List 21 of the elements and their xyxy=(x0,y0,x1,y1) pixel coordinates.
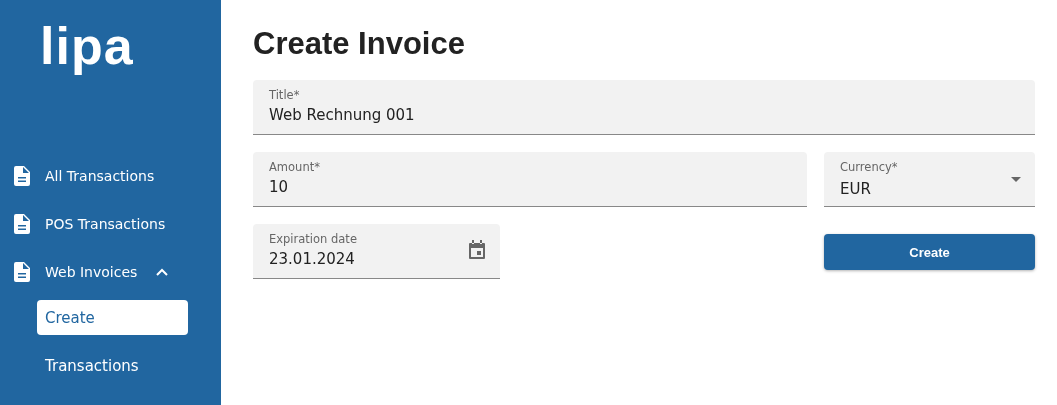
nav-item[interactable]: POS Transactions xyxy=(0,200,221,248)
nav-item[interactable]: All Transactions xyxy=(0,152,221,200)
title-field[interactable]: Title* Web Rechnung 001 xyxy=(253,80,1035,135)
chevron-icon[interactable] xyxy=(156,268,169,276)
nav-label: POS Transactions xyxy=(45,216,166,232)
document-icon xyxy=(14,262,30,282)
calendar-icon[interactable] xyxy=(468,240,486,260)
document-icon xyxy=(14,166,30,186)
nav-label: All Transactions xyxy=(45,168,155,184)
currency-select[interactable]: Currency* EUR xyxy=(824,152,1035,207)
amount-field[interactable]: Amount* 10 xyxy=(253,152,807,207)
nav-label: Web Invoices xyxy=(45,264,138,280)
create-button[interactable]: Create xyxy=(824,234,1035,270)
nav-item[interactable]: Web Invoices xyxy=(0,248,221,296)
dropdown-caret-icon[interactable] xyxy=(1011,177,1021,182)
page-title: Create Invoice xyxy=(253,26,466,62)
date-field[interactable]: Expiration date 23.01.2024 xyxy=(253,224,500,279)
nav-subitem[interactable]: Create xyxy=(37,300,188,335)
document-icon xyxy=(14,214,30,234)
logo: lipa xyxy=(39,16,135,77)
nav-subitem[interactable]: Transactions xyxy=(37,348,188,383)
